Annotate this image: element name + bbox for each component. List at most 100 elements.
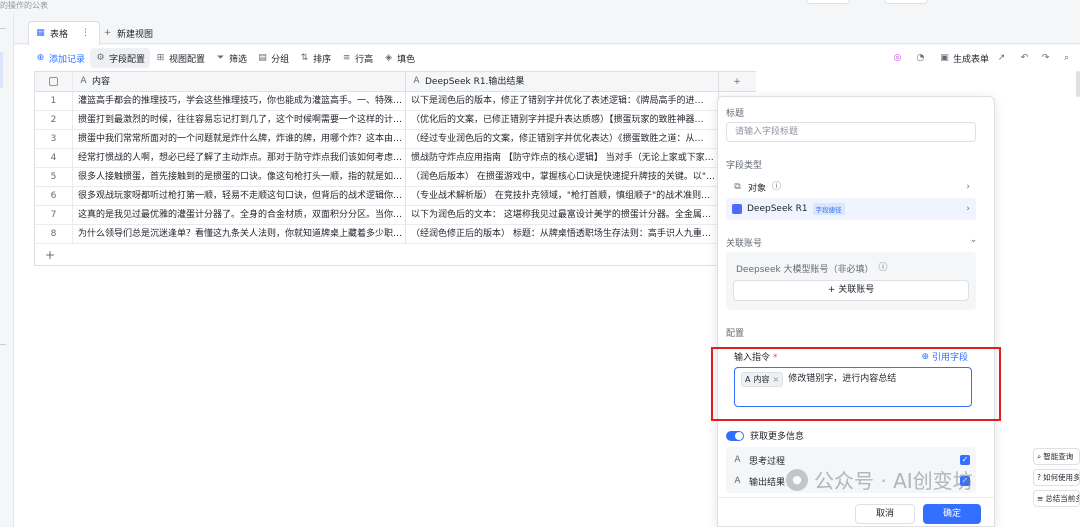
view-config-label: 视图配置 [169,54,206,65]
chip-label: 如何使用多维 [1042,473,1080,482]
cell-content[interactable]: 很多人接触掼蛋，首先接触到的是掼蛋的口诀。像这句枪打头一顺，指的就是如… [73,168,406,186]
new-view-button[interactable]: + 新建视图 [102,27,153,40]
cell-content[interactable]: 灌篮高手都会的推理技巧，学会这些推理技巧，你也能成为灌篮高手。一、特殊… [73,92,406,110]
cell-content[interactable]: 掼蛋打到最激烈的时候，往往容易忘记打到几了，这个时候啊需要一个这样的计… [73,111,406,129]
table-row[interactable]: 5 很多人接触掼蛋，首先接触到的是掼蛋的口诀。像这句枪打头一顺，指的就是如… （… [35,168,756,187]
column-header-content[interactable]: A 内容 [73,72,406,91]
link-account-button[interactable]: + 关联账号 [733,280,969,301]
undo-icon[interactable]: ↶ [1019,53,1030,64]
generate-form-button[interactable]: ▣ 生成表单 [934,48,994,68]
select-all-checkbox[interactable] [49,77,58,86]
cell-result[interactable]: （经润色修正后的版本） 标题：从牌桌悟透职场生存法则：高手识人九重… [406,225,719,243]
row-number: 2 [35,111,73,129]
cell-result[interactable]: （专业战术解析版） 在竞技扑克领域，"枪打首顺，慎组顺子"的战术准则… [406,187,719,205]
more-info-toggle[interactable] [726,430,744,441]
field-type-deepseek[interactable]: DeepSeek R1 字段捷径 › [726,198,976,220]
table-row[interactable]: 1 灌篮高手都会的推理技巧，学会这些推理技巧，你也能成为灌篮高手。一、特殊… 以… [35,92,756,111]
add-record-button[interactable]: ⊕ 添加记录 [30,48,90,68]
grid-icon: ▦ [36,28,45,38]
opt-output-label: 输出结果 [749,477,786,488]
filter-button[interactable]: ⏷ 筛选 [210,48,252,68]
ai-field-icon: A [413,76,420,86]
cell-result[interactable]: 以下是润色后的版本，修正了错别字并优化了表述逻辑：《牌局高手的进… [406,92,719,110]
rail-mark [0,28,6,29]
more-vertical-icon[interactable]: ⋮ [80,28,91,39]
top-action-button[interactable] [884,0,928,4]
redo-icon[interactable]: ↷ [1040,53,1051,64]
sort-button[interactable]: ⇅ 排序 [294,48,336,68]
cell-result[interactable]: （润色后版本） 在掼蛋游戏中，掌握核心口诀是快速提升牌技的关键。以"… [406,168,719,186]
ai-assistant-icon[interactable]: ◎ [892,53,903,64]
cell-content[interactable]: 掼蛋中我们常常所面对的一个问题就是炸什么牌，炸谁的牌，用哪个炸？这本由… [73,130,406,148]
grid-workspace: A 内容 A DeepSeek R1.输出结果 + 1 灌篮高手都会的推理技巧，… [14,71,1080,527]
deepseek-logo-icon [732,204,742,214]
search-icon[interactable]: ⌕ [1061,53,1072,64]
watermark: ● 公众号 · AI创变坊 [786,465,973,494]
paint-bucket-icon: ◈ [385,52,393,63]
field-type-label: 字段类型 [726,161,763,171]
chevron-right-icon: › [966,204,970,214]
cell-content[interactable]: 经常打惯战的人啊，想必已经了解了主动炸点。那对于防守炸点我们该如何考虑… [73,149,406,167]
cell-content[interactable]: 很多观战玩家呀都听过枪打第一顺，轻易不走顺这句口诀，但背后的战术逻辑你… [73,187,406,205]
row-number: 4 [35,149,73,167]
sort-label: 排序 [313,54,332,65]
ai-spark-icon[interactable]: ◔ [915,53,926,64]
add-row-button[interactable]: + [35,244,755,266]
fill-color-label: 填色 [397,54,416,65]
linked-account-label: 关联账号 [726,239,763,249]
vertical-scrollbar[interactable] [1076,71,1080,97]
add-column-button[interactable]: + [719,72,755,91]
checkbox-thinking[interactable]: ✓ [960,455,970,465]
row-number: 7 [35,206,73,224]
row-number: 5 [35,168,73,186]
generate-form-label: 生成表单 [952,54,989,65]
fill-color-button[interactable]: ◈ 填色 [378,48,420,68]
rail-mark [0,344,6,345]
select-all-cell[interactable] [35,72,73,91]
tab-grid-view[interactable]: ▦ 表格 ⋮ [28,21,100,45]
cancel-button[interactable]: 取消 [855,504,915,524]
table-row[interactable]: 6 很多观战玩家呀都听过枪打第一顺，轻易不走顺这句口诀，但背后的战术逻辑你… （… [35,187,756,206]
cell-result[interactable]: （优化后的文案，已修正错别字并提升表达质感）【掼蛋玩家的致胜神器… [406,111,719,129]
row-height-button[interactable]: ≡ 行高 [336,48,378,68]
panel-footer: 取消 确定 [718,497,994,527]
type-deepseek-label: DeepSeek R1 [747,204,808,214]
grid-header-row: A 内容 A DeepSeek R1.输出结果 + [35,71,756,92]
table-row[interactable]: 2 掼蛋打到最激烈的时候，往往容易忘记打到几了，这个时候啊需要一个这样的计… （… [35,111,756,130]
field-type-object[interactable]: ⧉ 对象 ⓘ › [726,176,976,198]
cell-content[interactable]: 为什么领导们总是沉迷逢单？看懂这九条关人法则，你就知道牌桌上藏着多少职… [73,225,406,243]
rail-active-indicator [0,52,3,88]
field-config-panel: 标题 请输入字段标题 字段类型 ⧉ 对象 ⓘ › DeepSeek R1 字段捷… [711,96,1001,527]
type-object-label: 对象 [748,183,767,194]
share-icon[interactable]: ↗ [996,53,1007,64]
view-config-button[interactable]: ⊞ 视图配置 [150,48,210,68]
table-row[interactable]: 4 经常打惯战的人啊，想必已经了解了主动炸点。那对于防守炸点我们该如何考虑… 惯… [35,149,756,168]
row-number: 3 [35,130,73,148]
wechat-icon: ● [786,468,808,491]
gear-icon: ⚙ [96,52,105,63]
smart-query-chip[interactable]: ⌕ 智能查询 [1033,448,1080,465]
cell-result[interactable]: 以下为润色后的文本： 这堪称我见过最富设计美学的掼蛋计分器。全金属… [406,206,719,224]
chevron-down-icon[interactable]: ⌄ [968,235,979,246]
column-header-result[interactable]: A DeepSeek R1.输出结果 [406,72,719,91]
cell-content[interactable]: 这真的是我见过最优雅的灌蛋计分器了。全身的合金材质，双面积分分区。当你… [73,206,406,224]
cell-result[interactable]: 惯战防守炸点应用指南 【防守炸点的核心逻辑】 当对手（无论上家或下家… [406,149,719,167]
group-button[interactable]: ▤ 分组 [252,48,294,68]
column-result-label: DeepSeek R1.输出结果 [425,76,525,87]
table-row[interactable]: 7 这真的是我见过最优雅的灌蛋计分器了。全身的合金材质，双面积分分区。当你… 以… [35,206,756,225]
plus-circle-icon: ⊕ [36,52,45,63]
how-to-use-chip[interactable]: ?如何使用多维 [1033,469,1080,486]
top-action-button[interactable] [806,0,850,4]
field-config-button[interactable]: ⚙ 字段配置 [90,48,151,68]
add-record-label: 添加记录 [49,54,86,65]
summarize-chip[interactable]: ≡总结当前多维 [1033,490,1080,507]
highlight-frame [711,347,1001,421]
table-row[interactable]: 3 掼蛋中我们常常所面对的一个问题就是炸什么牌，炸谁的牌，用哪个炸？这本由… （… [35,130,756,149]
data-grid: A 内容 A DeepSeek R1.输出结果 + 1 灌篮高手都会的推理技巧，… [34,71,756,266]
cell-result[interactable]: （经过专业润色后的文案，修正错别字并优化表达）《掼蛋致胜之道：从… [406,130,719,148]
confirm-button[interactable]: 确定 [923,504,981,524]
config-label: 配置 [726,329,745,339]
account-box: Deepseek 大模型账号（非必填） ⓘ + 关联账号 [726,252,976,310]
table-row[interactable]: 8 为什么领导们总是沉迷逢单？看懂这九条关人法则，你就知道牌桌上藏着多少职… （… [35,225,756,244]
field-title-input[interactable]: 请输入字段标题 [726,122,976,142]
